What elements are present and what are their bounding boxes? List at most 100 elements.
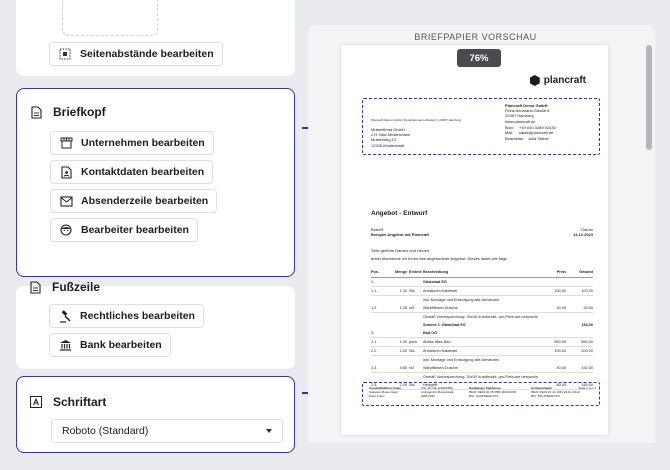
editor-label: Bearbeiter: [505, 136, 524, 142]
edit-contact-label: Kontaktdaten bearbeiten: [81, 166, 205, 178]
date-block: Datum 13.12.2023: [573, 227, 593, 237]
mail-label: Mail: [505, 130, 513, 136]
recipient-line: 12345 Musterstadt: [371, 142, 405, 148]
table-cell: 100,00: [581, 288, 593, 293]
table-cell: [409, 298, 423, 303]
table-cell: 2,00: [399, 348, 407, 353]
edit-bank-button[interactable]: Bank bearbeiten: [49, 333, 171, 357]
table-cell: [538, 375, 566, 380]
table-cell: Gästebad EG: [423, 279, 447, 284]
briefkopf-heading: Briefkopf: [29, 105, 106, 119]
table-row: 2.2. 2,00 Stk. Armaturen Kaldewei 100,00 200,…: [371, 347, 593, 356]
margin-placeholder: [62, 0, 158, 36]
table-cell: [566, 280, 593, 285]
table-cell: 4,80: [399, 365, 407, 370]
letter-page: plancraft Plancraft Demo GmbH | Flora-Ne…: [341, 45, 608, 435]
document-icon: [28, 280, 42, 294]
table-cell: [538, 323, 566, 328]
preview-panel: BRIEFPAPIER VORSCHAU plancraft Plancraft…: [308, 25, 655, 443]
bank-icon: [58, 338, 72, 352]
table-cell: [371, 375, 391, 380]
page-number: Seite 1 von 1: [578, 386, 596, 390]
document-icon: [29, 105, 43, 119]
fusszeile-heading: Fußzeile: [28, 280, 100, 294]
footer-text: BIC: SPLADEMFXXX: [531, 394, 560, 398]
intro-text: anbei übersende ich Ihnen das angeforder…: [371, 256, 508, 261]
table-row: Gemäß Vorbesprechung, 30x30 in anthrazit…: [371, 373, 593, 381]
company-contact-block: Plancraft Demo GmbH Flora-Neumann-Straße…: [505, 103, 556, 141]
table-cell: Wandfliesen Dusche: [423, 365, 458, 370]
footer-col: Geschäftsführer:innen Susanne Mustermann…: [369, 386, 413, 398]
scrollbar-thumb[interactable]: [646, 45, 652, 150]
table-cell: [409, 375, 423, 380]
gavel-icon: [58, 309, 72, 323]
font-select-value: Roboto (Standard): [62, 425, 149, 437]
table-cell: [538, 298, 566, 303]
table-cell: [391, 375, 409, 380]
edit-sender-line-button[interactable]: Absenderzeile bearbeiten: [50, 189, 218, 213]
table-cell: 1.1.: [371, 288, 378, 293]
schriftart-title: Schriftart: [53, 395, 107, 409]
table-cell: 54,00: [583, 305, 593, 310]
table-cell: [371, 323, 391, 328]
table-cell: Abriss altes Bad: [423, 339, 451, 344]
table-cell: [409, 280, 423, 285]
table-cell: 2.1.: [371, 339, 378, 344]
company-logo: plancraft: [529, 75, 586, 86]
zoom-badge[interactable]: 76%: [457, 49, 501, 67]
edit-contact-button[interactable]: Kontaktdaten bearbeiten: [50, 160, 214, 184]
edit-bank-label: Bank bearbeiten: [80, 339, 162, 351]
table-cell: [391, 331, 409, 336]
table-cell: [566, 298, 593, 303]
margins-icon: [58, 47, 72, 61]
storefront-icon: [59, 136, 73, 150]
contact-card-icon: [59, 165, 73, 179]
table-row: Gemäß Vorbesprechung, 30x30 in anthrazit…: [371, 313, 593, 321]
table-cell: [538, 331, 566, 336]
table-cell: inkl. Montage und Entsorgung alte Armatu…: [423, 357, 500, 362]
editor-value: Julia Stabel: [528, 136, 549, 142]
table-cell: [391, 323, 409, 328]
table-cell: Stk.: [409, 288, 416, 293]
table-cell: [409, 315, 423, 320]
table-cell: 1,00: [399, 339, 407, 344]
edit-editor-button[interactable]: Bearbeiter bearbeiten: [50, 218, 198, 242]
footer-col: USt.-ID: DE 123456789 Amtsgericht Muster…: [421, 386, 461, 398]
table-cell: 2.: [371, 330, 375, 335]
col-header: Menge: [394, 270, 407, 274]
table-cell: [566, 358, 593, 363]
edit-margins-label: Seitenabstände bearbeiten: [80, 48, 214, 60]
plancraft-logo-icon: [529, 75, 540, 86]
fusszeile-card: Fußzeile Rechtliches bearbeiten Bank bea…: [16, 280, 295, 369]
envelope-icon: [59, 194, 73, 208]
edit-legal-button[interactable]: Rechtliches bearbeiten: [49, 304, 204, 328]
table-cell: 1.: [371, 279, 375, 284]
date-value: 13.12.2023: [572, 232, 593, 238]
table-cell: [371, 358, 391, 363]
positions-table: Pos. Menge Einheit Beschreibung Preis Ge…: [371, 268, 593, 390]
table-cell: [409, 323, 423, 328]
table-row: 1.1. 1,00 Stk. Armaturen Kaldewei 100,00 100,…: [371, 287, 593, 296]
footer-text: BIC: HASPDEHHXXX: [469, 394, 499, 398]
font-select[interactable]: Roboto (Standard): [51, 419, 283, 443]
table-cell: Stk.: [409, 348, 416, 353]
table-cell: 154,00: [581, 322, 593, 327]
font-icon: [29, 395, 43, 409]
table-cell: m2: [409, 305, 415, 310]
greeting: Sehr geehrte Damen und Herren,: [371, 248, 431, 253]
table-cell: 850,00: [554, 339, 566, 344]
table-cell: [371, 315, 391, 320]
table-cell: Summe 1. Gästebad EG: [423, 322, 466, 327]
edit-margins-button[interactable]: Seitenabstände bearbeiten: [49, 42, 223, 66]
schriftart-heading: Schriftart: [29, 395, 106, 409]
table-cell: 192,00: [581, 365, 593, 370]
briefkopf-card: Briefkopf Unternehmen bearbeiten Kontakt…: [16, 88, 295, 277]
table-cell: [391, 298, 409, 303]
footer-col: Hamburger Sparkasse IBAN: DE01 20 05 055…: [469, 386, 523, 398]
edit-company-button[interactable]: Unternehmen bearbeiten: [50, 131, 214, 155]
table-cell: Armaturen Kaldewei: [423, 348, 458, 353]
fusszeile-title: Fußzeile: [52, 280, 101, 294]
table-cell: 40,00: [556, 365, 566, 370]
table-row: 1.2. 1,35 m2 Wandfliesen Dusche 40,00 54,00: [371, 304, 593, 313]
table-cell: Armaturen Kaldewei: [423, 288, 458, 293]
